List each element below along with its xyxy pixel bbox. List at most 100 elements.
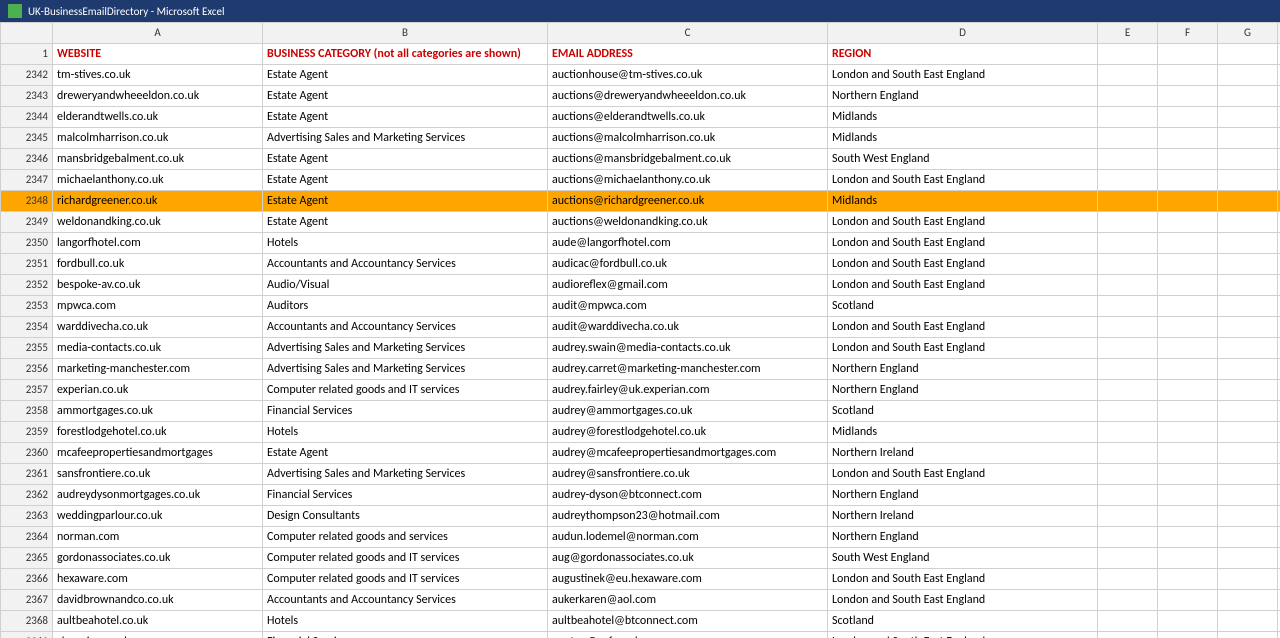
category-cell[interactable]: Estate Agent [263, 65, 548, 86]
region-cell[interactable]: Midlands [828, 107, 1098, 128]
region-cell[interactable]: London and South East England [828, 338, 1098, 359]
website-cell[interactable]: mpwca.com [53, 296, 263, 317]
category-cell[interactable]: Computer related goods and services [263, 527, 548, 548]
email-cell[interactable]: audrey-dyson@btconnect.com [548, 485, 828, 506]
email-cell[interactable]: auctionhouse@tm-stives.co.uk [548, 65, 828, 86]
category-cell[interactable]: Advertising Sales and Marketing Services [263, 128, 548, 149]
category-cell[interactable]: Estate Agent [263, 149, 548, 170]
category-cell[interactable]: Accountants and Accountancy Services [263, 317, 548, 338]
col-header-d[interactable]: D [828, 23, 1098, 44]
email-cell[interactable]: audrey@mcafeepropertiesandmortgages.com [548, 443, 828, 464]
website-cell[interactable]: bespoke-av.co.uk [53, 275, 263, 296]
website-cell[interactable]: hexaware.com [53, 569, 263, 590]
category-cell[interactable]: Financial Services [263, 401, 548, 422]
email-cell[interactable]: audrey@forestlodgehotel.co.uk [548, 422, 828, 443]
region-cell[interactable]: London and South East England [828, 254, 1098, 275]
email-cell[interactable]: augustinek@eu.hexaware.com [548, 569, 828, 590]
website-cell[interactable]: dreweryandwheeeldon.co.uk [53, 86, 263, 107]
email-cell[interactable]: auctions@michaelanthony.co.uk [548, 170, 828, 191]
website-cell[interactable]: tm-stives.co.uk [53, 65, 263, 86]
category-cell[interactable]: Estate Agent [263, 170, 548, 191]
category-cell[interactable]: Hotels [263, 233, 548, 254]
email-cell[interactable]: audrey.carret@marketing-manchester.com [548, 359, 828, 380]
cell-a1[interactable]: WEBSITE [53, 44, 263, 65]
region-cell[interactable]: London and South East England [828, 233, 1098, 254]
website-cell[interactable]: mcafeepropertiesandmortgages [53, 443, 263, 464]
cell-d1[interactable]: REGION [828, 44, 1098, 65]
col-header-f[interactable]: F [1158, 23, 1218, 44]
region-cell[interactable]: Northern England [828, 485, 1098, 506]
email-cell[interactable]: audrey.swain@media-contacts.co.uk [548, 338, 828, 359]
col-header-g[interactable]: G [1218, 23, 1278, 44]
email-cell[interactable]: audrey@ammortgages.co.uk [548, 401, 828, 422]
website-cell[interactable]: forestlodgehotel.co.uk [53, 422, 263, 443]
region-cell[interactable]: London and South East England [828, 170, 1098, 191]
category-cell[interactable]: Advertising Sales and Marketing Services [263, 359, 548, 380]
region-cell[interactable]: Midlands [828, 422, 1098, 443]
region-cell[interactable]: Midlands [828, 191, 1098, 212]
category-cell[interactable]: Estate Agent [263, 212, 548, 233]
website-cell[interactable]: sansfrontiere.co.uk [53, 464, 263, 485]
website-cell[interactable]: sherwins.co.uk [53, 632, 263, 638]
website-cell[interactable]: michaelanthony.co.uk [53, 170, 263, 191]
category-cell[interactable]: Estate Agent [263, 107, 548, 128]
website-cell[interactable]: weddingparlour.co.uk [53, 506, 263, 527]
email-cell[interactable]: auctions@elderandtwells.co.uk [548, 107, 828, 128]
email-cell[interactable]: audit@warddivecha.co.uk [548, 317, 828, 338]
email-cell[interactable]: audun.lodemel@norman.com [548, 527, 828, 548]
category-cell[interactable]: Estate Agent [263, 191, 548, 212]
website-cell[interactable]: mansbridgebalment.co.uk [53, 149, 263, 170]
category-cell[interactable]: Advertising Sales and Marketing Services [263, 338, 548, 359]
region-cell[interactable]: Scotland [828, 611, 1098, 632]
email-cell[interactable]: auctions@mansbridgebalment.co.uk [548, 149, 828, 170]
region-cell[interactable]: Northern England [828, 86, 1098, 107]
website-cell[interactable]: marketing-manchester.com [53, 359, 263, 380]
cell-b1[interactable]: BUSINESS CATEGORY (not all categories ar… [263, 44, 548, 65]
region-cell[interactable]: London and South East England [828, 212, 1098, 233]
region-cell[interactable]: London and South East England [828, 464, 1098, 485]
email-cell[interactable]: aukerkaren@aol.com [548, 590, 828, 611]
region-cell[interactable]: London and South East England [828, 590, 1098, 611]
email-cell[interactable]: audioreflex@gmail.com [548, 275, 828, 296]
email-cell[interactable]: aude@langorfhotel.com [548, 233, 828, 254]
email-cell[interactable]: audicac@fordbull.co.uk [548, 254, 828, 275]
category-cell[interactable]: Audio/Visual [263, 275, 548, 296]
website-cell[interactable]: elderandtwells.co.uk [53, 107, 263, 128]
website-cell[interactable]: norman.com [53, 527, 263, 548]
email-cell[interactable]: auctions@dreweryandwheeeldon.co.uk [548, 86, 828, 107]
col-header-a[interactable]: A [53, 23, 263, 44]
website-cell[interactable]: experian.co.uk [53, 380, 263, 401]
region-cell[interactable]: Northern Ireland [828, 506, 1098, 527]
category-cell[interactable]: Estate Agent [263, 86, 548, 107]
category-cell[interactable]: Computer related goods and IT services [263, 548, 548, 569]
region-cell[interactable]: London and South East England [828, 65, 1098, 86]
website-cell[interactable]: weldonandking.co.uk [53, 212, 263, 233]
website-cell[interactable]: gordonassociates.co.uk [53, 548, 263, 569]
email-cell[interactable]: audreythompson23@hotmail.com [548, 506, 828, 527]
website-cell[interactable]: warddivecha.co.uk [53, 317, 263, 338]
email-cell[interactable]: aupton@spf.co.uk [548, 632, 828, 638]
category-cell[interactable]: Hotels [263, 422, 548, 443]
cell-c1[interactable]: EMAIL ADDRESS [548, 44, 828, 65]
region-cell[interactable]: London and South East England [828, 632, 1098, 638]
region-cell[interactable]: Northern England [828, 380, 1098, 401]
category-cell[interactable]: Estate Agent [263, 443, 548, 464]
website-cell[interactable]: aultbeahotel.co.uk [53, 611, 263, 632]
region-cell[interactable]: London and South East England [828, 569, 1098, 590]
region-cell[interactable]: South West England [828, 149, 1098, 170]
website-cell[interactable]: media-contacts.co.uk [53, 338, 263, 359]
website-cell[interactable]: richardgreener.co.uk [53, 191, 263, 212]
category-cell[interactable]: Auditors [263, 296, 548, 317]
category-cell[interactable]: Computer related goods and IT services [263, 569, 548, 590]
region-cell[interactable]: Northern England [828, 527, 1098, 548]
category-cell[interactable]: Computer related goods and IT services [263, 380, 548, 401]
category-cell[interactable]: Financial Services [263, 485, 548, 506]
col-header-e[interactable]: E [1098, 23, 1158, 44]
email-cell[interactable]: audrey@sansfrontiere.co.uk [548, 464, 828, 485]
website-cell[interactable]: langorfhotel.com [53, 233, 263, 254]
website-cell[interactable]: ammortgages.co.uk [53, 401, 263, 422]
category-cell[interactable]: Financial Services [263, 632, 548, 638]
region-cell[interactable]: Scotland [828, 401, 1098, 422]
email-cell[interactable]: audit@mpwca.com [548, 296, 828, 317]
region-cell[interactable]: Scotland [828, 296, 1098, 317]
